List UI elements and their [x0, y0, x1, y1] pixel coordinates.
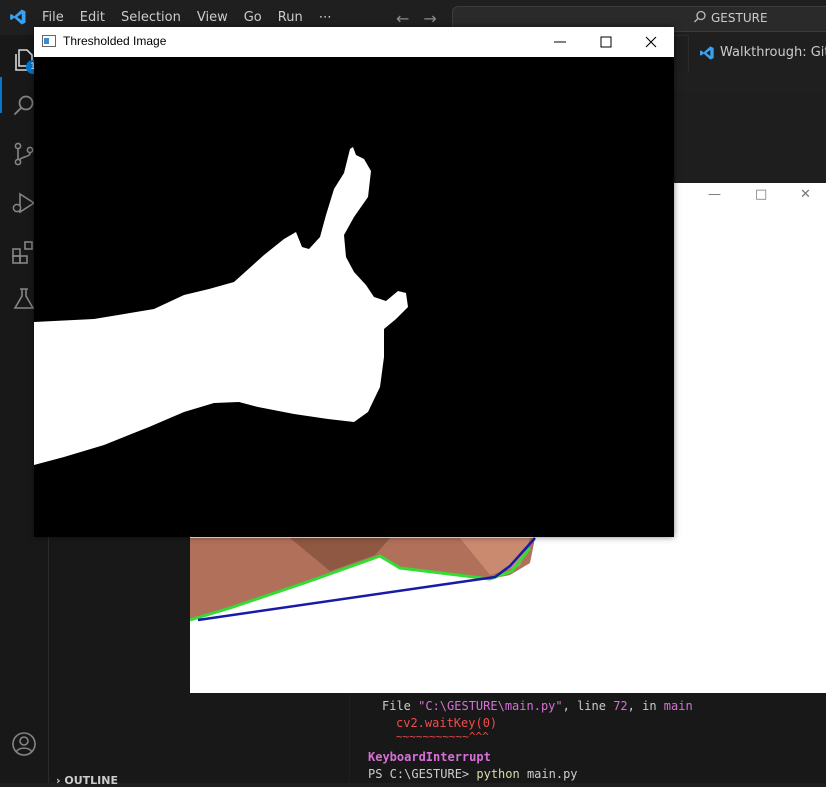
outline-label: OUTLINE — [64, 774, 118, 787]
prompt: PS C:\GESTURE> — [368, 767, 477, 781]
threshold-canvas — [34, 57, 674, 537]
terminal-line-carets: ~~~~~~~~~~~^^^ — [396, 730, 489, 743]
tb-in: , in — [627, 699, 664, 713]
terminal-line-traceback: File "C:\GESTURE\main.py", line 72, in m… — [382, 699, 693, 713]
app-window-icon — [42, 35, 56, 47]
tb-fn: main — [663, 699, 693, 713]
terminal-line-code: cv2.waitKey(0) — [396, 716, 498, 730]
tb-prefix: File — [382, 699, 419, 713]
back-arrow-icon[interactable]: ← — [396, 9, 409, 28]
tab-walkthrough[interactable]: Walkthrough: GitH — [688, 35, 826, 71]
accounts-icon[interactable] — [11, 731, 37, 757]
window-title: Thresholded Image — [63, 34, 167, 48]
command: python — [476, 767, 520, 781]
command-arg: main.py — [519, 767, 578, 781]
terminal-line-prompt: PS C:\GESTURE> python main.py — [368, 767, 578, 781]
thresholded-image-window: Thresholded Image — [34, 27, 674, 537]
close-icon[interactable] — [637, 31, 665, 53]
maximize-icon[interactable] — [592, 31, 620, 53]
vscode-logo-icon — [10, 9, 26, 25]
tb-mid: , line — [562, 699, 614, 713]
tab-strip-background — [674, 71, 826, 93]
terminal-line-error: KeyboardInterrupt — [368, 750, 491, 764]
tb-path: "C:\GESTURE\main.py" — [418, 699, 563, 713]
minimize-icon[interactable] — [546, 31, 574, 53]
forward-arrow-icon[interactable]: → — [423, 9, 436, 28]
search-label: GESTURE — [711, 11, 768, 25]
terminal-panel[interactable]: File "C:\GESTURE\main.py", line 72, in m… — [350, 693, 826, 783]
active-indicator — [0, 77, 2, 113]
search-icon — [694, 10, 706, 23]
nav-arrows: ← → — [396, 9, 437, 28]
vscode-tab-icon — [700, 46, 714, 60]
outline-section-header[interactable]: › OUTLINE — [56, 774, 118, 787]
tab-label: Walkthrough: GitH — [720, 45, 826, 60]
tb-lineno: 72 — [613, 699, 628, 713]
